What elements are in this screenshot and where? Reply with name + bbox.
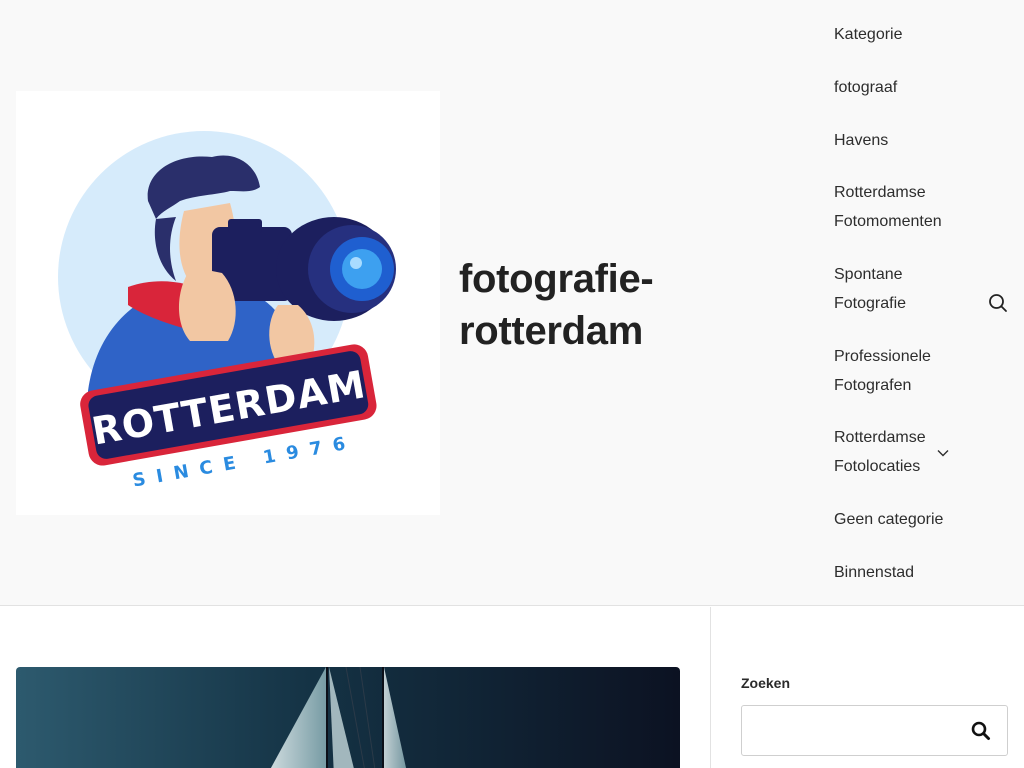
nav-item-label: Rotterdamse Fotomomenten [834, 184, 942, 230]
nav-item-label: Kategorie [834, 26, 903, 43]
site-header: ROTTERDAM SINCE 1976 fotografie-rotterda… [0, 0, 1024, 606]
nav-item-label: Spontane Fotografie [834, 266, 907, 312]
nav-item-havens[interactable]: Havens [834, 126, 974, 155]
nav-item-binnenstad[interactable]: Binnenstad [834, 558, 974, 587]
site-title[interactable]: fotografie-rotterdam [459, 253, 739, 357]
nav-item-label: Rotterdamse Fotolocaties [834, 429, 926, 475]
site-logo: ROTTERDAM SINCE 1976 [58, 131, 396, 492]
search-input[interactable] [742, 706, 952, 755]
nav-item-spontane-fotografie[interactable]: Spontane Fotografie [834, 260, 924, 318]
search-icon[interactable] [988, 293, 1008, 313]
search-widget-form [741, 705, 1008, 756]
nav-item-fotograaf[interactable]: fotograaf [834, 73, 974, 102]
nav-item-label: Professionele Fotografen [834, 348, 931, 394]
chevron-down-icon[interactable] [936, 446, 950, 460]
sailboat-image [16, 667, 680, 768]
featured-image[interactable] [16, 667, 680, 768]
nav-item-geen-categorie[interactable]: Geen categorie [834, 505, 974, 534]
sidebar: Zoeken [711, 607, 1024, 768]
nav-item-rotterdamse-fotomomenten[interactable]: Rotterdamse Fotomomenten [834, 178, 959, 236]
nav-item-kategorie[interactable]: Kategorie [834, 20, 974, 49]
search-widget-title: Zoeken [741, 675, 791, 691]
nav-item-label: fotograaf [834, 79, 898, 96]
nav-item-label: Binnenstad [834, 564, 915, 581]
main-content [0, 607, 711, 768]
search-icon[interactable] [971, 721, 991, 741]
site-logo-link[interactable]: ROTTERDAM SINCE 1976 [16, 91, 440, 515]
nav-item-professionele-fotografen[interactable]: Professionele Fotografen [834, 342, 944, 400]
nav-item-label: Geen categorie [834, 511, 944, 528]
nav-item-label: Havens [834, 132, 889, 149]
nav-item-rotterdamse-fotolocaties[interactable]: Rotterdamse Fotolocaties [834, 423, 949, 481]
